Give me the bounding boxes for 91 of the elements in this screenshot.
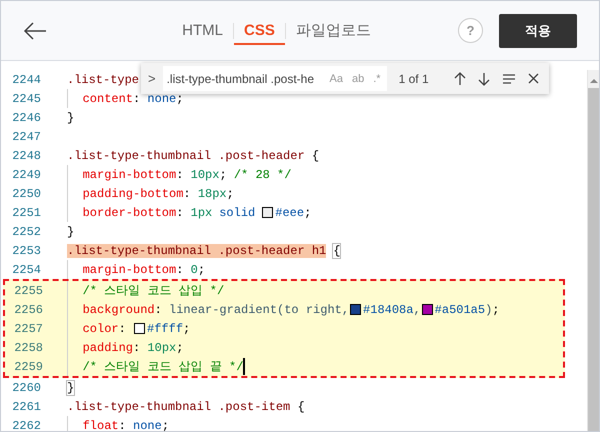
code-punctuation: : xyxy=(133,340,142,354)
line-number: 2256 xyxy=(13,302,43,316)
code-punctuation: ; xyxy=(176,92,184,106)
search-match: .list-type-thumbnail .post-header h1 xyxy=(67,244,326,258)
code-punctuation: ; xyxy=(226,186,234,200)
code-punctuation: ; xyxy=(162,418,170,431)
css-property: content xyxy=(82,92,134,106)
color-swatch-icon[interactable] xyxy=(422,304,433,315)
css-value: #ffff xyxy=(147,322,184,336)
scrollbar[interactable] xyxy=(587,70,599,431)
line-number: 2260 xyxy=(11,380,41,394)
code-punctuation: ; xyxy=(183,322,190,336)
css-property: color xyxy=(82,322,119,336)
color-swatch-icon[interactable] xyxy=(262,207,274,218)
line-number: 2254 xyxy=(11,262,41,276)
line-number: 2249 xyxy=(11,168,41,182)
line-number: 2244 xyxy=(11,72,41,86)
css-selector: .list-type xyxy=(67,72,140,86)
css-number: 18px xyxy=(198,186,227,200)
editor-tab[interactable]: 파일업로드 xyxy=(286,15,381,46)
css-number: 10px xyxy=(190,168,220,182)
css-value: none xyxy=(133,418,162,431)
line-number: 2262 xyxy=(11,418,41,431)
css-property: margin-bottom xyxy=(82,262,176,276)
color-swatch-icon[interactable] xyxy=(134,323,146,334)
css-value: #eee xyxy=(275,206,304,220)
css-value: #18408a xyxy=(363,302,414,316)
scroll-up-arrow-icon[interactable] xyxy=(590,78,598,84)
code-punctuation: } xyxy=(67,110,74,124)
code-punctuation: : xyxy=(176,262,184,276)
code-punctuation: : xyxy=(133,92,142,106)
line-number: 2248 xyxy=(11,148,41,162)
code-punctuation: : xyxy=(118,418,127,431)
search-option-toggle[interactable]: ab xyxy=(350,72,366,84)
css-function: linear-gradient(to right, xyxy=(169,302,350,316)
css-function: , xyxy=(413,302,421,316)
code-punctuation: : xyxy=(176,206,184,220)
apply-button[interactable]: 적용 xyxy=(499,14,577,48)
expand-toggle[interactable]: > xyxy=(145,71,159,86)
line-number: 2261 xyxy=(11,400,41,414)
code-punctuation: ; xyxy=(219,168,228,182)
code-punctuation: : xyxy=(176,168,184,182)
css-number: 0 xyxy=(190,262,198,276)
line-number: 2252 xyxy=(11,224,41,238)
back-arrow-icon[interactable] xyxy=(23,20,47,40)
match-count: 1 of 1 xyxy=(398,72,430,86)
code-punctuation: : xyxy=(154,302,163,316)
css-function: ) xyxy=(485,302,492,316)
line-number: 2246 xyxy=(11,110,41,124)
code-punctuation: ; xyxy=(304,206,312,220)
line-number: 2259 xyxy=(13,360,43,374)
css-property: float xyxy=(82,418,119,431)
line-number: 2257 xyxy=(13,322,43,336)
code-punctuation: ; xyxy=(198,262,206,276)
code-punctuation: ; xyxy=(492,302,500,316)
code-punctuation: : xyxy=(183,186,192,200)
line-number: 2255 xyxy=(13,284,43,298)
find-input-field[interactable]: .list-type-thumbnail .post-he Aa ab .* xyxy=(162,66,387,91)
matched-bracket: { xyxy=(333,244,340,258)
code-comment: /* 28 */ xyxy=(234,168,292,182)
css-value: #a501a5 xyxy=(434,302,486,316)
line-number: 2258 xyxy=(13,340,43,354)
code-punctuation: : xyxy=(118,322,127,336)
code-comment: /* 스타일 코드 삽입 끝 */ xyxy=(82,359,244,375)
css-number: 1px xyxy=(190,206,212,220)
css-property: padding-bottom xyxy=(82,186,184,200)
css-value: none xyxy=(147,92,176,106)
css-property: margin-bottom xyxy=(82,168,176,182)
line-number: 2253 xyxy=(11,244,41,258)
code-punctuation: { xyxy=(296,400,305,414)
line-number: 2251 xyxy=(11,206,41,220)
css-selector: .list-type-thumbnail .post-item xyxy=(67,400,290,414)
code-comment: /* 스타일 코드 삽입 */ xyxy=(82,283,224,299)
line-number: 2250 xyxy=(11,186,41,200)
css-number: 10px xyxy=(147,340,176,354)
line-number: 2247 xyxy=(11,130,41,144)
css-property: background xyxy=(82,302,155,316)
matched-bracket: } xyxy=(67,380,74,394)
code-punctuation: { xyxy=(310,148,320,162)
css-property: border-bottom xyxy=(82,206,176,220)
css-selector: .list-type-thumbnail .post-header xyxy=(67,148,305,162)
line-number: 2245 xyxy=(11,92,41,106)
color-swatch-icon[interactable] xyxy=(350,304,362,315)
editor-tab[interactable]: HTML xyxy=(172,16,233,45)
help-button[interactable]: ? xyxy=(458,18,483,43)
code-punctuation: } xyxy=(67,224,74,238)
css-value: solid xyxy=(219,206,256,220)
search-option-toggle[interactable]: .* xyxy=(371,72,383,84)
code-punctuation: ; xyxy=(176,340,184,354)
css-property: padding xyxy=(82,340,134,354)
search-option-toggle[interactable]: Aa xyxy=(328,72,345,84)
